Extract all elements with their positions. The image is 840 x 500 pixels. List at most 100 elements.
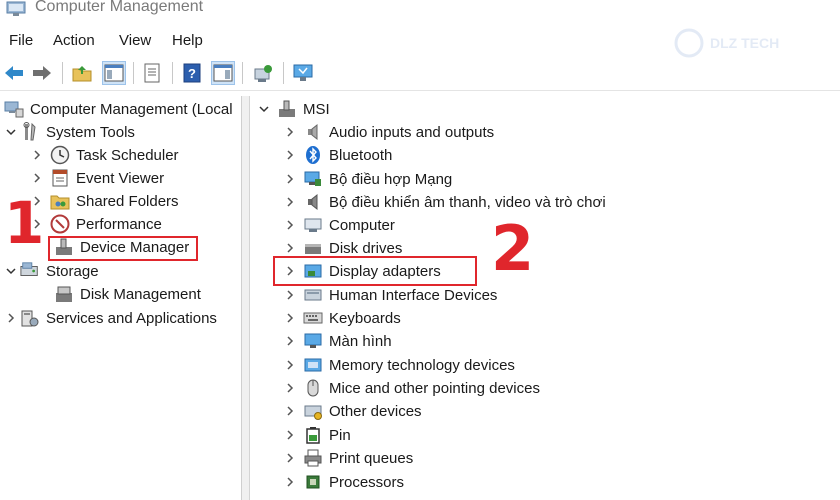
menu-action[interactable]: Action [53,32,95,49]
tree-item-label: Processors [329,473,405,491]
tree-item-audio-inputs-and-outputs[interactable]: Audio inputs and outputs [283,121,494,143]
other-devices-icon [303,401,323,421]
disk-management-icon [54,284,74,304]
tree-item-services-and-applications[interactable]: Services and Applications [4,307,217,329]
tree-item-event-viewer[interactable]: Event Viewer [30,167,164,189]
tree-item-processors[interactable]: Processors [283,471,404,493]
tree-item-label: Bộ điều khiển âm thanh, video và trò chơ… [329,193,606,211]
monitor-icon [303,331,323,351]
device-manager-highlight-box [48,236,198,261]
properties-icon [144,63,160,83]
chevron-right-icon[interactable] [283,125,297,139]
chevron-right-icon[interactable] [283,288,297,302]
tree-item-label: Bộ điều hợp Mạng [329,170,453,188]
chevron-right-icon[interactable] [283,218,297,232]
title-bar: Computer Management [0,0,840,22]
monitor-view-button[interactable] [291,61,315,85]
tree-item-label: Bluetooth [329,146,393,164]
chevron-down-icon[interactable] [4,125,18,139]
performance-icon [50,214,70,234]
mouse-icon [303,378,323,398]
chevron-right-icon[interactable] [283,451,297,465]
tree-item-memory-technology-devices[interactable]: Memory technology devices [283,354,515,376]
properties-button[interactable] [140,61,164,85]
tree-item-task-scheduler[interactable]: Task Scheduler [30,144,179,166]
computer-management-app-icon [6,1,26,16]
bluetooth-icon [303,145,323,165]
tree-item-label: Disk Management [80,285,201,303]
chevron-right-icon[interactable] [283,404,297,418]
chevron-right-icon[interactable] [283,241,297,255]
tree-item-label: Storage [46,262,99,280]
show-hide-console-tree-button[interactable] [102,61,126,85]
tree-item-monitors[interactable]: Màn hình [283,330,392,352]
system-tools-icon [20,122,40,142]
display-adapters-highlight-box [273,256,477,286]
show-action-pane-button[interactable] [211,61,235,85]
storage-icon [20,261,40,281]
console-tree-pane: Computer Management (Local System Tools … [0,96,242,500]
tree-item-storage[interactable]: Storage [4,260,99,282]
menu-file[interactable]: File [9,32,33,49]
chevron-down-icon[interactable] [257,102,271,116]
tree-item-label: Event Viewer [76,169,165,187]
tree-item-mice-and-pointing-devices[interactable]: Mice and other pointing devices [283,377,540,399]
chevron-right-icon[interactable] [283,148,297,162]
tree-item-system-tools[interactable]: System Tools [4,121,135,143]
tree-item-performance[interactable]: Performance [30,213,162,235]
toolbar: ? [0,58,840,90]
chevron-right-icon[interactable] [283,381,297,395]
keyboard-icon [303,308,323,328]
chevron-right-icon[interactable] [283,195,297,209]
chevron-right-icon[interactable] [30,148,44,162]
menu-view[interactable]: View [119,32,151,49]
back-arrow-icon [5,66,23,80]
chevron-right-icon[interactable] [283,428,297,442]
chevron-right-icon[interactable] [283,334,297,348]
tree-item-other-devices[interactable]: Other devices [283,400,422,422]
scan-hardware-icon [254,65,272,82]
chevron-right-icon[interactable] [30,171,44,185]
action-pane-icon [213,64,233,82]
tree-item-shared-folders[interactable]: Shared Folders [30,190,179,212]
tree-item-label: Services and Applications [46,309,217,327]
help-button[interactable]: ? [180,61,204,85]
step-2-label: 2 [491,212,535,285]
back-button[interactable] [2,61,26,85]
scan-hardware-button[interactable] [251,61,275,85]
chevron-right-icon[interactable] [283,172,297,186]
forward-arrow-icon [33,66,51,80]
tree-item-label: Human Interface Devices [329,286,498,304]
chevron-right-icon[interactable] [283,311,297,325]
computer-root-icon [277,99,297,119]
tree-item-bluetooth[interactable]: Bluetooth [283,144,392,166]
tree-item-print-queues[interactable]: Print queues [283,447,413,469]
tree-item-computer-management[interactable]: Computer Management (Local [4,98,233,120]
chevron-right-icon[interactable] [4,311,18,325]
battery-icon [303,425,323,445]
tree-item-human-interface-devices[interactable]: Human Interface Devices [283,284,497,306]
tree-item-keyboards[interactable]: Keyboards [283,307,401,329]
tree-item-sound-video-game-controllers[interactable]: Bộ điều khiển âm thanh, video và trò chơ… [283,191,606,213]
tree-item-label: Shared Folders [76,192,179,210]
chevron-right-icon[interactable] [283,358,297,372]
tree-item-label: Performance [76,215,162,233]
tree-item-disk-management[interactable]: Disk Management [50,283,201,305]
up-one-level-button[interactable] [70,61,94,85]
chevron-right-icon[interactable] [283,475,297,489]
tree-item-label: Keyboards [329,309,401,327]
forward-button[interactable] [30,61,54,85]
help-icon: ? [183,63,201,83]
tree-item-label: Computer Management (Local [30,100,233,118]
speaker-icon [303,122,323,142]
tree-item-computer[interactable]: Computer [283,214,395,236]
menu-help[interactable]: Help [172,32,203,49]
pane-splitter[interactable] [242,96,250,500]
chevron-down-icon[interactable] [4,264,18,278]
tree-item-batteries[interactable]: Pin [283,424,351,446]
svg-text:?: ? [188,66,196,81]
tree-item-msi[interactable]: MSI [257,98,330,120]
tree-item-network-adapters[interactable]: Bộ điều hợp Mạng [283,168,452,190]
tree-item-label: System Tools [46,123,135,141]
tree-item-label: Màn hình [329,332,392,350]
